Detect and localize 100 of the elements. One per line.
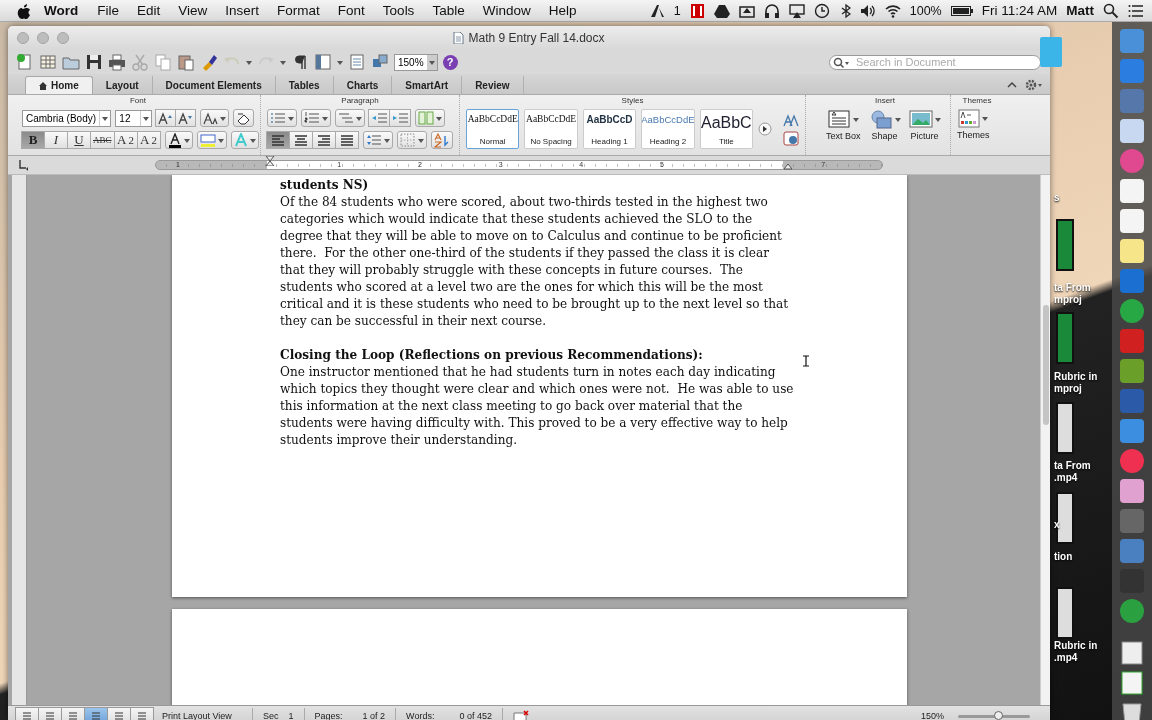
view-button[interactable]: [61, 707, 85, 720]
search-field[interactable]: Search in Document: [829, 54, 1041, 70]
app-icon[interactable]: [1119, 478, 1145, 504]
search-icon[interactable]: [1103, 2, 1119, 19]
document-page[interactable]: [172, 175, 907, 597]
spelling-icon[interactable]: [512, 709, 529, 720]
user-name[interactable]: Matt: [1066, 3, 1094, 18]
indent-button[interactable]: [389, 109, 411, 127]
zoom-slider[interactable]: [958, 714, 1030, 718]
style-swatch[interactable]: AaBbCcDdE Normal: [466, 109, 520, 149]
help-button[interactable]: ?: [442, 54, 458, 70]
menu-item[interactable]: Help: [539, 3, 586, 18]
ribbon-tab[interactable]: Home: [25, 76, 93, 94]
grow-font-button[interactable]: [155, 109, 176, 127]
gear-icon[interactable]: [1025, 79, 1042, 91]
bullets-button[interactable]: [267, 109, 297, 127]
align-button[interactable]: [335, 131, 359, 149]
menu-item[interactable]: Tools: [373, 3, 424, 18]
ribbon-tab[interactable]: Document Elements: [152, 76, 276, 94]
app-icon[interactable]: [1119, 298, 1145, 324]
file-label[interactable]: Rubric in: [1054, 640, 1098, 652]
line-spacing-button[interactable]: [363, 131, 393, 149]
caret-icon[interactable]: [280, 58, 286, 66]
app-icon[interactable]: [1119, 598, 1145, 624]
file-label[interactable]: .mp4: [1054, 652, 1098, 664]
sort-button[interactable]: [431, 131, 453, 149]
file-thumbnail[interactable]: [1056, 492, 1074, 544]
insert-button[interactable]: Shape: [868, 109, 901, 141]
columns-button[interactable]: [415, 109, 445, 127]
menu-item[interactable]: Font: [328, 3, 374, 18]
airplay-icon[interactable]: [788, 2, 805, 19]
trash-icon[interactable]: [1119, 700, 1145, 720]
sidebar-icon[interactable]: [314, 53, 332, 71]
style-swatch[interactable]: AaBbC Title: [699, 109, 754, 149]
format-button[interactable]: B: [21, 131, 45, 149]
ribbon-tab[interactable]: Tables: [275, 76, 334, 94]
print-icon[interactable]: [108, 53, 126, 71]
style-swatch[interactable]: AaBbCcD Heading 1: [582, 109, 637, 149]
app-icon[interactable]: [1119, 208, 1145, 234]
save-icon[interactable]: [85, 53, 103, 71]
toolbox-icon[interactable]: [348, 53, 366, 71]
view-button[interactable]: [130, 707, 154, 720]
view-button[interactable]: [38, 707, 62, 720]
menu-item[interactable]: Edit: [128, 3, 170, 18]
style-swatch[interactable]: AaBbCcDdE No Spacing: [524, 109, 578, 149]
file-thumbnail[interactable]: [1056, 402, 1074, 454]
next-styles-icon[interactable]: [758, 122, 773, 136]
scroll-bar[interactable]: [1040, 175, 1050, 705]
themes-button[interactable]: Themes: [957, 109, 990, 140]
spreadsheet-stack-icon[interactable]: [1119, 670, 1145, 696]
file-label[interactable]: tion: [1054, 551, 1073, 563]
file-thumbnail[interactable]: [1056, 312, 1074, 364]
menu-item[interactable]: File: [88, 3, 128, 18]
file-label[interactable]: ta From: [1054, 460, 1091, 472]
ribbon-tab[interactable]: SmartArt: [392, 76, 463, 94]
format-button[interactable]: U: [67, 131, 91, 149]
document-stack-icon[interactable]: [1119, 640, 1145, 666]
app-icon[interactable]: [1119, 118, 1145, 144]
paste-icon[interactable]: [177, 53, 195, 71]
align-button[interactable]: [289, 131, 313, 149]
clear-formatting-button[interactable]: [233, 109, 254, 127]
shrink-font-button[interactable]: [175, 109, 196, 127]
align-button[interactable]: [312, 131, 336, 149]
font-size-field[interactable]: 12: [115, 109, 152, 127]
menu-item[interactable]: Format: [268, 3, 329, 18]
numbering-button[interactable]: [301, 109, 331, 127]
clock-icon[interactable]: [813, 2, 830, 19]
multilevel-button[interactable]: [335, 109, 365, 127]
ribbon-tab[interactable]: Review: [462, 76, 524, 94]
file-label[interactable]: .mp4: [1054, 472, 1091, 484]
headphones-icon[interactable]: [763, 2, 780, 19]
tab-stop-icon[interactable]: [17, 159, 29, 171]
menu-item[interactable]: Window: [473, 3, 540, 18]
insert-button[interactable]: Picture: [908, 109, 941, 141]
view-button[interactable]: [15, 707, 39, 720]
list-icon[interactable]: [1128, 2, 1144, 19]
outdent-button[interactable]: [368, 109, 390, 127]
caret-icon[interactable]: [428, 58, 435, 66]
app-icon[interactable]: [1119, 418, 1145, 444]
caret-icon[interactable]: [337, 58, 343, 66]
gallery-icon[interactable]: [39, 53, 57, 71]
menu-clock[interactable]: Fri 11:24 AM: [981, 3, 1058, 18]
new-document-icon[interactable]: [16, 53, 34, 71]
app-icon[interactable]: [1119, 538, 1145, 564]
style-swatch[interactable]: AaBbCcDdE Heading 2: [641, 109, 695, 149]
app-menu[interactable]: Word: [32, 3, 89, 18]
zoom-field[interactable]: 150%: [394, 53, 438, 71]
wifi-icon[interactable]: [884, 2, 901, 19]
format-button[interactable]: ABC: [90, 131, 115, 149]
insert-button[interactable]: Text Box: [826, 109, 861, 141]
change-styles-icon[interactable]: [783, 112, 800, 127]
borders-button[interactable]: [397, 131, 427, 149]
view-button[interactable]: [84, 707, 108, 720]
file-thumbnail[interactable]: [1056, 219, 1074, 271]
app-icon[interactable]: [1119, 448, 1145, 474]
menu-item[interactable]: View: [169, 3, 217, 18]
file-label[interactable]: mproj: [1054, 383, 1098, 395]
record-icon[interactable]: [689, 2, 705, 19]
font-name-field[interactable]: Cambria (Body): [22, 109, 112, 127]
ribbon-tab[interactable]: Layout: [92, 76, 153, 94]
